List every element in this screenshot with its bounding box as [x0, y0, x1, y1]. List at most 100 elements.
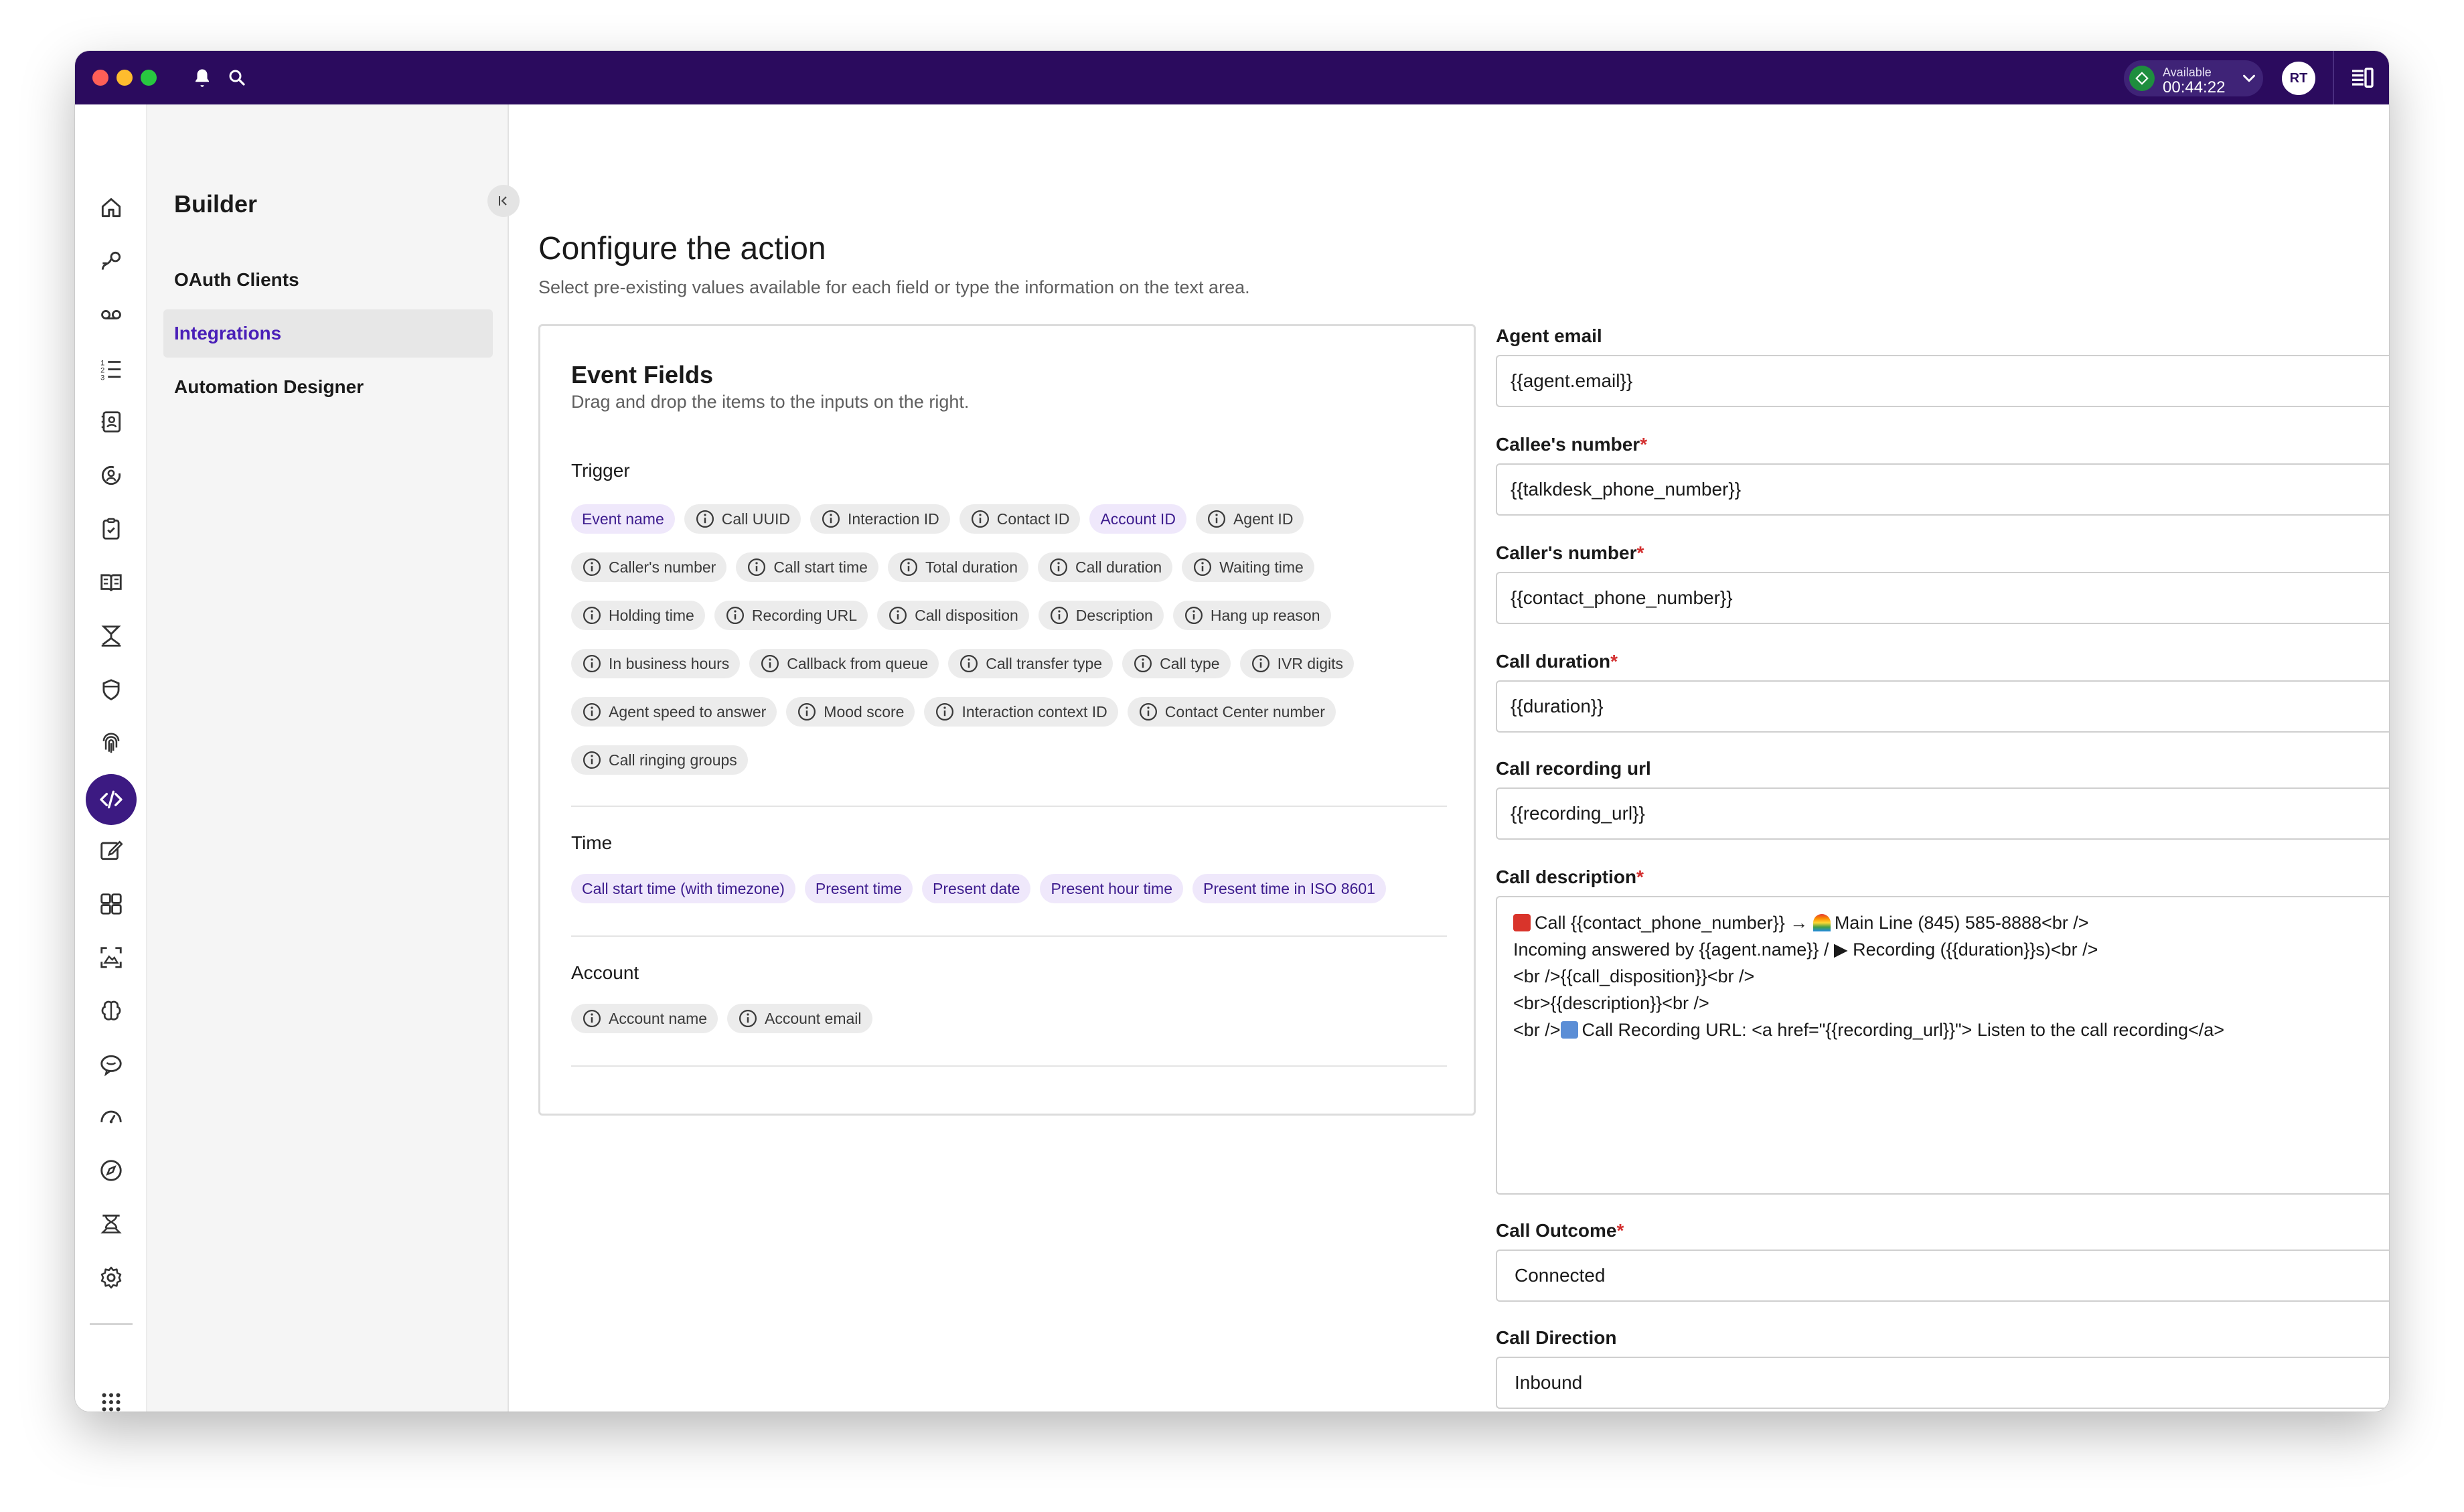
field-chip[interactable]: Callback from queue [749, 649, 939, 678]
field-chip-label: Event name [582, 510, 664, 528]
field-chip[interactable]: In business hours [571, 649, 741, 678]
field-chip[interactable]: Call type [1122, 649, 1231, 678]
brain-icon[interactable] [94, 994, 129, 1029]
compass-icon[interactable] [94, 1153, 129, 1188]
call-outcome-select[interactable]: Connected [1496, 1250, 2389, 1302]
sidebar-item-integrations[interactable]: Integrations [163, 309, 493, 358]
apps-icon[interactable] [94, 887, 129, 921]
field-chip[interactable]: Call UUID [684, 504, 801, 534]
field-chip[interactable]: Waiting time [1182, 552, 1314, 582]
field-chip[interactable]: Recording URL [714, 601, 868, 630]
edit-icon[interactable] [94, 833, 129, 868]
caller-number-input[interactable]: {{contact_phone_number}} [1496, 572, 2389, 624]
gauge-icon[interactable] [94, 1100, 129, 1134]
field-chip-label: Call transfer type [986, 654, 1103, 672]
settings-icon[interactable] [94, 1260, 129, 1295]
field-chip[interactable]: Hang up reason [1172, 601, 1331, 630]
clipboard-icon[interactable] [94, 512, 129, 546]
book-icon[interactable] [94, 565, 129, 600]
field-chip[interactable]: Account email [727, 1004, 872, 1033]
maximize-window-button[interactable] [141, 70, 157, 86]
info-icon [582, 557, 602, 577]
field-chip[interactable]: Call duration [1038, 552, 1173, 582]
field-chip[interactable]: Call ringing groups [571, 745, 748, 775]
field-chip[interactable]: Account ID [1089, 504, 1186, 534]
field-chip[interactable]: Interaction context ID [924, 697, 1118, 727]
list-icon[interactable]: 123 [94, 351, 129, 386]
agent-icon[interactable] [94, 458, 129, 493]
search-icon[interactable] [224, 64, 250, 91]
field-chip[interactable]: Agent speed to answer [571, 697, 777, 727]
side-panel-icon[interactable] [2349, 64, 2376, 91]
builder-sidebar: Builder OAuth Clients Integrations Autom… [147, 104, 520, 1412]
info-icon [582, 702, 602, 722]
field-chip[interactable]: Present date [922, 874, 1031, 903]
shield-icon[interactable] [94, 672, 129, 707]
call-description-textarea[interactable]: Call {{contact_phone_number}} → Main Lin… [1496, 896, 2389, 1195]
close-window-button[interactable] [92, 70, 108, 86]
call-direction-select[interactable]: Inbound [1496, 1357, 2389, 1409]
agent-email-input[interactable]: {{agent.email}} [1496, 355, 2389, 407]
field-chip-label: Interaction ID [847, 510, 939, 528]
sidebar-item-automation-designer[interactable]: Automation Designer [163, 363, 493, 411]
field-chip[interactable]: Call disposition [877, 601, 1029, 630]
field-chip-label: Account ID [1100, 510, 1176, 528]
field-chip[interactable]: Account name [571, 1004, 718, 1033]
sidebar-item-oauth-clients[interactable]: OAuth Clients [163, 256, 493, 304]
field-chip-label: Call type [1160, 654, 1220, 672]
voicemail-icon[interactable] [94, 297, 129, 332]
avatar[interactable]: RT [2282, 62, 2315, 95]
call-recording-url-label: Call recording url [1496, 758, 1651, 779]
status-selector[interactable]: Available 00:44:22 [2124, 60, 2263, 96]
field-chip[interactable]: Mood score [786, 697, 915, 727]
top-bar: Available 00:44:22 RT [75, 51, 2389, 104]
field-chip-label: Hang up reason [1210, 606, 1320, 624]
field-chip[interactable]: Holding time [571, 601, 705, 630]
call-duration-input[interactable]: {{duration}} [1496, 680, 2389, 733]
routing-icon[interactable] [94, 244, 129, 279]
chat-icon[interactable] [94, 1047, 129, 1082]
home-icon[interactable] [94, 190, 129, 225]
page-subtitle: Select pre-existing values available for… [538, 277, 1250, 297]
field-chip-label: Callback from queue [787, 654, 929, 672]
call-direction-label: Call Direction [1496, 1327, 1617, 1348]
capture-icon[interactable] [94, 940, 129, 975]
field-chip[interactable]: Caller's number [571, 552, 727, 582]
chip-row: Event name Call UUID Interaction ID Contact… [571, 504, 1304, 534]
info-icon [1251, 654, 1271, 674]
info-icon [1192, 557, 1213, 577]
field-chip[interactable]: Total duration [887, 552, 1029, 582]
field-chip[interactable]: Present time in ISO 8601 [1192, 874, 1386, 903]
studio-icon[interactable] [94, 1207, 129, 1241]
info-icon [738, 1008, 758, 1029]
field-chip-label: IVR digits [1277, 654, 1344, 672]
collapse-sidebar-button[interactable] [487, 185, 520, 217]
grid-icon[interactable] [94, 1385, 129, 1412]
page-title: Configure the action [538, 231, 826, 267]
field-chip[interactable]: Present hour time [1040, 874, 1183, 903]
field-chip-label: Call UUID [721, 510, 790, 528]
call-recording-url-input[interactable]: {{recording_url}} [1496, 787, 2389, 840]
field-chip[interactable]: Contact Center number [1127, 697, 1336, 727]
bell-icon[interactable] [189, 64, 216, 91]
field-chip[interactable]: Call start time (with timezone) [571, 874, 795, 903]
field-chip[interactable]: Event name [571, 504, 675, 534]
field-chip[interactable]: Agent ID [1195, 504, 1304, 534]
field-chip[interactable]: Call start time [736, 552, 878, 582]
field-chip[interactable]: Contact ID [959, 504, 1081, 534]
fingerprint-icon[interactable] [94, 726, 129, 761]
field-chip[interactable]: IVR digits [1239, 649, 1355, 678]
field-chip[interactable]: Present time [804, 874, 913, 903]
field-chip[interactable]: Interaction ID [810, 504, 950, 534]
info-icon [821, 509, 841, 529]
callee-number-input[interactable]: {{talkdesk_phone_number}} [1496, 463, 2389, 516]
field-chip-label: Present time in ISO 8601 [1203, 879, 1375, 897]
field-chip[interactable]: Call transfer type [948, 649, 1113, 678]
contacts-icon[interactable] [94, 404, 129, 439]
field-chip[interactable]: Description [1038, 601, 1164, 630]
field-chip-label: Agent speed to answer [609, 702, 767, 721]
code-icon[interactable] [86, 774, 137, 825]
minimize-window-button[interactable] [117, 70, 133, 86]
flow-icon[interactable] [94, 619, 129, 654]
info-icon [747, 557, 767, 577]
